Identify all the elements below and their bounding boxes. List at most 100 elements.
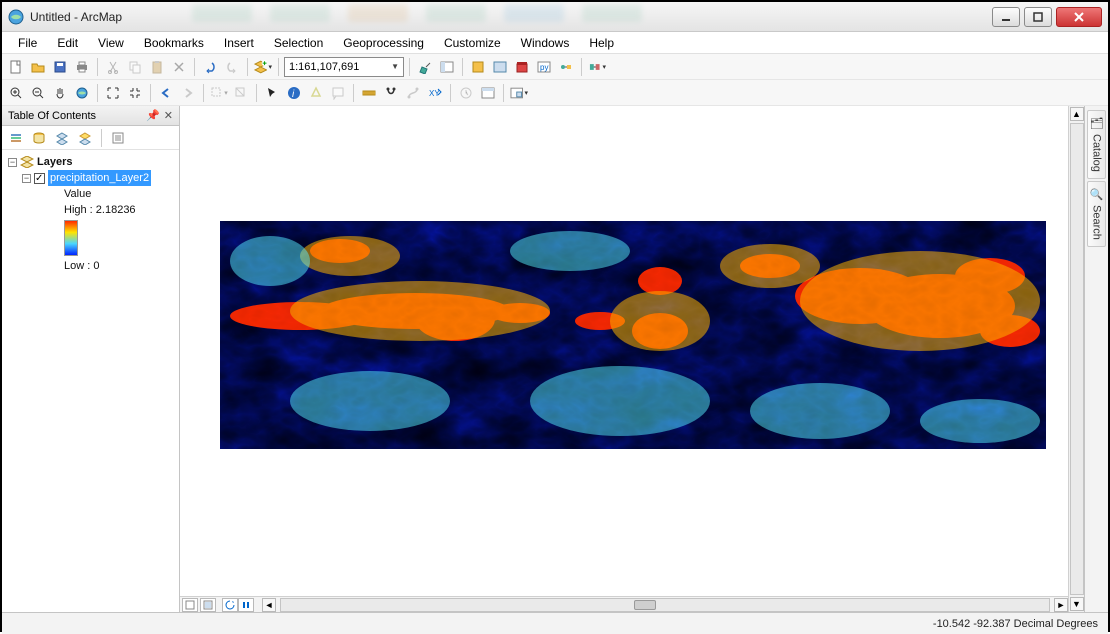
svg-text:py: py xyxy=(540,63,548,72)
search-icon: 🔍 xyxy=(1090,188,1104,201)
legend-color-ramp xyxy=(64,220,78,256)
pan-button[interactable] xyxy=(50,83,70,103)
scale-value: 1:161,107,691 xyxy=(289,61,359,73)
close-button[interactable] xyxy=(1056,7,1102,27)
legend-high-label: High : 2.18236 xyxy=(64,202,136,218)
data-view-tab[interactable] xyxy=(182,598,198,612)
layer-name-selected[interactable]: precipitation_Layer2 xyxy=(48,170,151,186)
catalog-icon: 🗂 xyxy=(1090,117,1104,130)
separator xyxy=(581,58,582,76)
forward-button[interactable] xyxy=(178,83,198,103)
coordinates-readout: -10.542 -92.387 Decimal Degrees xyxy=(933,618,1098,630)
search-window-button[interactable] xyxy=(490,57,510,77)
toc-button[interactable] xyxy=(437,57,457,77)
separator xyxy=(97,84,98,102)
tree-layer-row[interactable]: − precipitation_Layer2 xyxy=(8,170,173,186)
hyperlink-button[interactable] xyxy=(306,83,326,103)
refresh-button[interactable] xyxy=(222,598,238,612)
menu-selection[interactable]: Selection xyxy=(264,34,333,52)
catalog-tab[interactable]: 🗂Catalog xyxy=(1087,110,1107,179)
select-features-button[interactable]: ▾ xyxy=(209,83,229,103)
new-button[interactable] xyxy=(6,57,26,77)
layer-visibility-checkbox[interactable] xyxy=(34,173,45,184)
tree-root-row[interactable]: − Layers xyxy=(8,154,173,170)
toc-options-button[interactable] xyxy=(108,128,128,148)
menu-customize[interactable]: Customize xyxy=(434,34,511,52)
window-buttons xyxy=(988,7,1102,27)
hscroll-left[interactable]: ◄ xyxy=(262,598,276,612)
list-by-drawing-order-button[interactable] xyxy=(6,128,26,148)
maximize-button[interactable] xyxy=(1024,7,1052,27)
pin-icon[interactable]: 📌 xyxy=(146,109,160,122)
vscroll-track[interactable] xyxy=(1070,123,1084,595)
collapse-icon[interactable]: − xyxy=(22,174,31,183)
html-popup-button[interactable] xyxy=(328,83,348,103)
hscroll-thumb[interactable] xyxy=(634,600,656,610)
delete-button[interactable] xyxy=(169,57,189,77)
vscroll-up[interactable]: ▲ xyxy=(1070,107,1084,121)
list-by-source-button[interactable] xyxy=(29,128,49,148)
select-elements-button[interactable] xyxy=(262,83,282,103)
cut-button[interactable] xyxy=(103,57,123,77)
status-bar: -10.542 -92.387 Decimal Degrees xyxy=(2,612,1108,634)
editor-toolbar-button[interactable] xyxy=(415,57,435,77)
python-button[interactable]: py xyxy=(534,57,554,77)
search-tab[interactable]: 🔍Search xyxy=(1087,181,1107,247)
overview-window-button[interactable]: ▾ xyxy=(509,83,529,103)
paste-button[interactable] xyxy=(147,57,167,77)
scale-combo[interactable]: 1:161,107,691▼ xyxy=(284,57,404,77)
back-button[interactable] xyxy=(156,83,176,103)
open-button[interactable] xyxy=(28,57,48,77)
close-icon[interactable]: ✕ xyxy=(164,109,173,122)
time-slider-button[interactable] xyxy=(456,83,476,103)
catalog-button[interactable] xyxy=(468,57,488,77)
collapse-icon[interactable]: − xyxy=(8,158,17,167)
extensions-button[interactable]: ▾ xyxy=(587,57,607,77)
app-icon xyxy=(8,9,24,25)
find-button[interactable] xyxy=(381,83,401,103)
clear-selection-button[interactable] xyxy=(231,83,251,103)
print-button[interactable] xyxy=(72,57,92,77)
menu-geoprocessing[interactable]: Geoprocessing xyxy=(333,34,434,52)
horizontal-scrollbar[interactable] xyxy=(280,598,1050,612)
fixed-zoom-in-button[interactable] xyxy=(103,83,123,103)
layout-view-tab[interactable] xyxy=(200,598,216,612)
measure-button[interactable] xyxy=(359,83,379,103)
modelbuilder-button[interactable] xyxy=(556,57,576,77)
fixed-zoom-out-button[interactable] xyxy=(125,83,145,103)
copy-button[interactable] xyxy=(125,57,145,77)
redo-button[interactable] xyxy=(222,57,242,77)
goto-xy-button[interactable]: XY xyxy=(425,83,445,103)
legend-value-label-row: Value xyxy=(8,186,173,202)
pause-drawing-button[interactable] xyxy=(238,598,254,612)
separator xyxy=(462,58,463,76)
toc-tree[interactable]: − Layers − precipitation_Layer2 Value Hi… xyxy=(2,150,179,612)
menu-windows[interactable]: Windows xyxy=(511,34,580,52)
layers-root-label: Layers xyxy=(37,154,72,170)
menu-view[interactable]: View xyxy=(88,34,134,52)
save-button[interactable] xyxy=(50,57,70,77)
zoom-out-button[interactable] xyxy=(28,83,48,103)
add-data-button[interactable]: ▾ xyxy=(253,57,273,77)
identify-button[interactable]: i xyxy=(284,83,304,103)
undo-button[interactable] xyxy=(200,57,220,77)
zoom-in-button[interactable] xyxy=(6,83,26,103)
vscroll-down[interactable]: ▼ xyxy=(1070,597,1084,611)
hscroll-right[interactable]: ► xyxy=(1054,598,1068,612)
vertical-scrollbar[interactable]: ▲ ▼ xyxy=(1068,106,1084,612)
menu-edit[interactable]: Edit xyxy=(47,34,88,52)
menu-file[interactable]: File xyxy=(8,34,47,52)
find-route-button[interactable] xyxy=(403,83,423,103)
menu-insert[interactable]: Insert xyxy=(214,34,264,52)
minimize-button[interactable] xyxy=(992,7,1020,27)
menu-help[interactable]: Help xyxy=(579,34,624,52)
menu-bookmarks[interactable]: Bookmarks xyxy=(134,34,214,52)
legend-low-label: Low : 0 xyxy=(64,258,99,274)
legend-high-row: High : 2.18236 xyxy=(8,202,173,218)
full-extent-button[interactable] xyxy=(72,83,92,103)
arctoolbox-button[interactable] xyxy=(512,57,532,77)
list-by-visibility-button[interactable] xyxy=(52,128,72,148)
viewer-window-button[interactable] xyxy=(478,83,498,103)
list-by-selection-button[interactable] xyxy=(75,128,95,148)
map-view[interactable]: ◄ ► xyxy=(180,106,1068,612)
